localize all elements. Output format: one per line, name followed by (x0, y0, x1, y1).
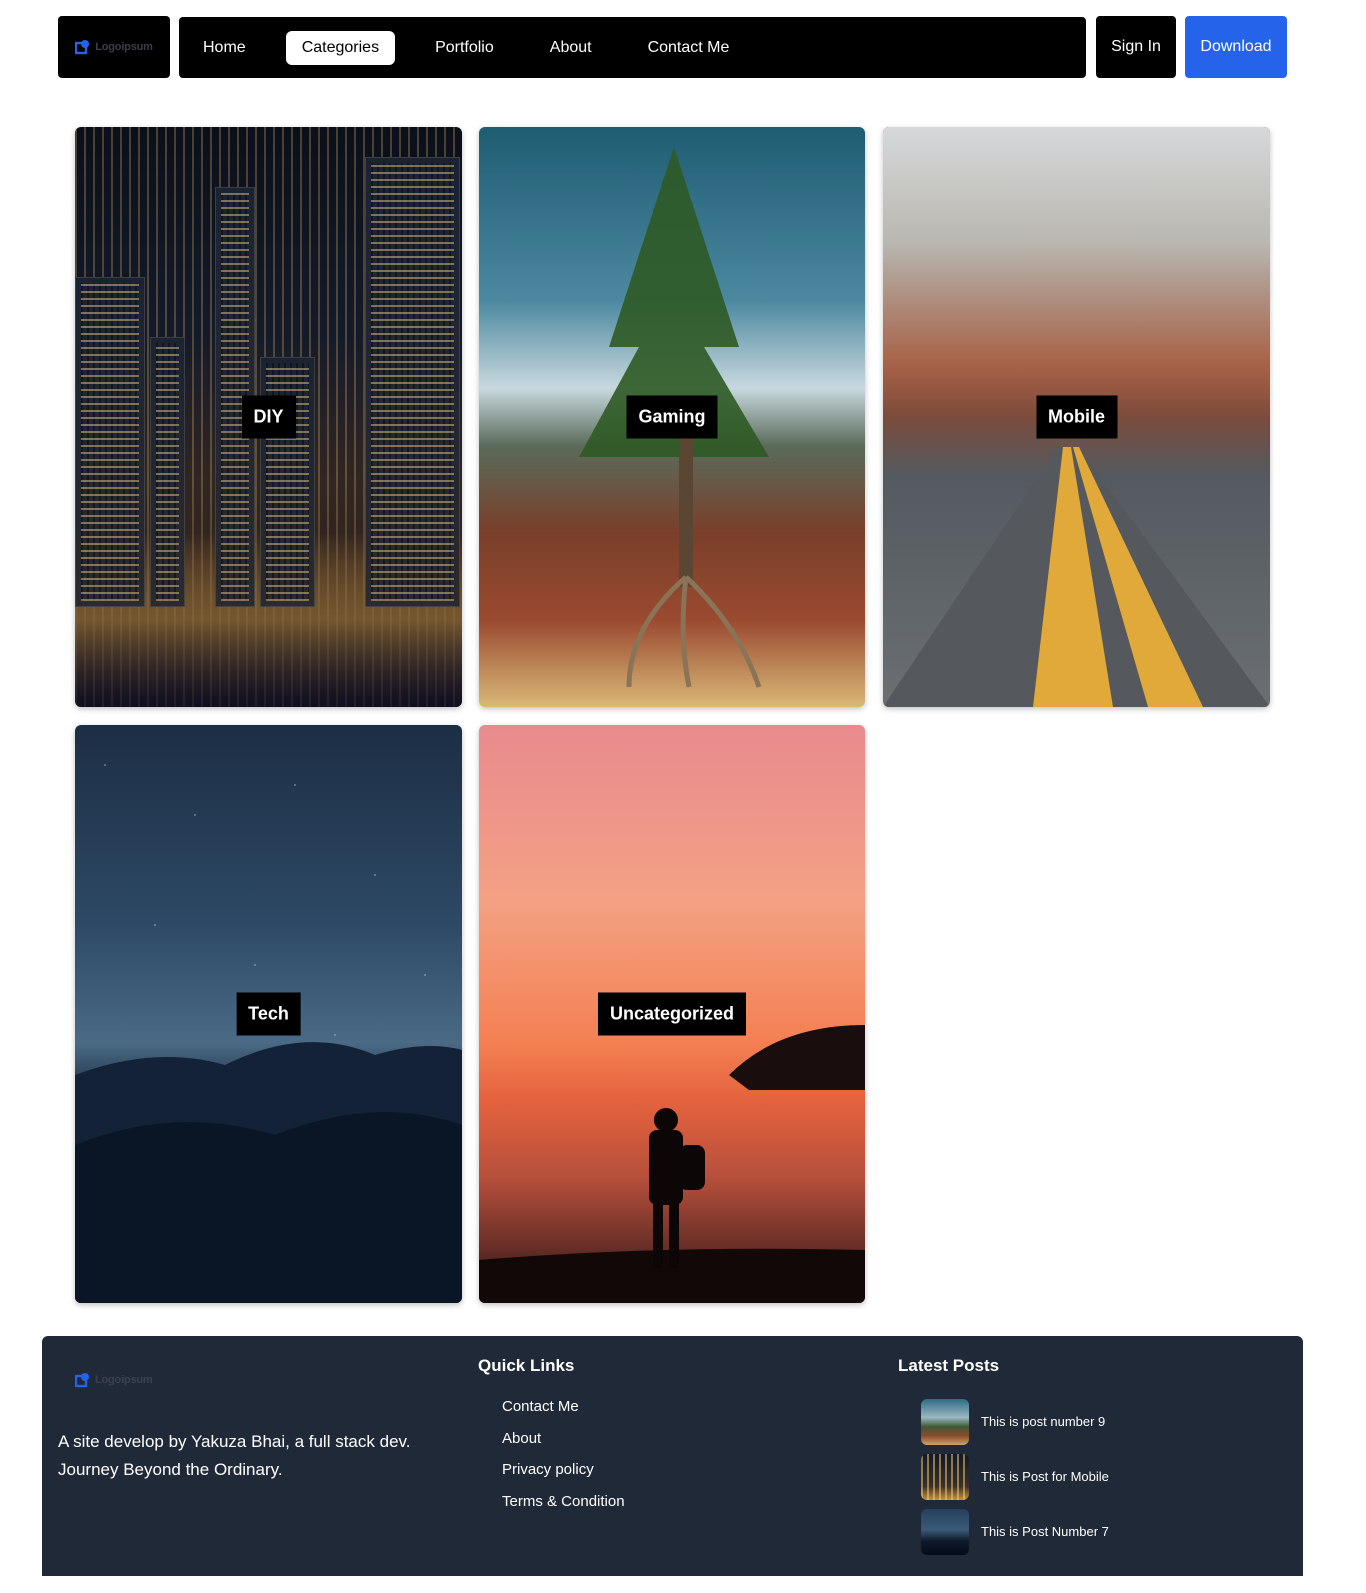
logo-icon (75, 40, 90, 55)
quick-link-about[interactable]: About (502, 1430, 625, 1462)
category-label-gaming: Gaming (626, 395, 718, 439)
category-card-gaming[interactable]: Gaming (479, 127, 865, 707)
nav-about[interactable]: About (534, 31, 608, 65)
latest-post-item[interactable]: This is Post Number 7 (921, 1504, 1109, 1559)
logo-text: Logoipsum (95, 41, 153, 53)
quick-links-title: Quick Links (478, 1356, 575, 1375)
nav-contact[interactable]: Contact Me (632, 31, 746, 65)
latest-post-item[interactable]: This is Post for Mobile (921, 1449, 1109, 1504)
quick-links-list: Contact Me About Privacy policy Terms & … (502, 1398, 625, 1524)
category-card-tech[interactable]: Tech (75, 725, 462, 1303)
category-card-uncategorized[interactable]: Uncategorized (479, 725, 865, 1303)
post-title: This is post number 9 (981, 1414, 1106, 1429)
category-label-uncategorized: Uncategorized (597, 992, 747, 1036)
nav-home[interactable]: Home (187, 31, 262, 65)
post-title: This is Post for Mobile (981, 1469, 1109, 1484)
main-nav: Home Categories Portfolio About Contact … (179, 17, 1086, 78)
nav-portfolio[interactable]: Portfolio (419, 31, 510, 65)
sign-in-button[interactable]: Sign In (1096, 16, 1176, 78)
download-button[interactable]: Download (1185, 16, 1287, 78)
post-thumbnail (921, 1398, 969, 1445)
footer-logo-text: Logoipsum (95, 1374, 153, 1386)
category-label-mobile: Mobile (1036, 395, 1117, 439)
post-thumbnail (921, 1453, 969, 1500)
latest-posts-list: This is post number 9 This is Post for M… (921, 1394, 1109, 1559)
category-label-tech: Tech (236, 992, 301, 1036)
post-title: This is Post Number 7 (981, 1524, 1109, 1539)
latest-post-item[interactable]: This is post number 9 (921, 1394, 1109, 1449)
latest-posts-title: Latest Posts (898, 1356, 1000, 1375)
quick-link-contact[interactable]: Contact Me (502, 1398, 625, 1430)
logo-icon (75, 1373, 89, 1388)
quick-link-privacy[interactable]: Privacy policy (502, 1461, 625, 1493)
category-label-diy: DIY (241, 395, 296, 439)
category-card-diy[interactable]: DIY (75, 127, 462, 707)
category-card-mobile[interactable]: Mobile (883, 127, 1270, 707)
quick-link-terms[interactable]: Terms & Condition (502, 1493, 625, 1525)
post-thumbnail (921, 1508, 969, 1555)
nav-categories[interactable]: Categories (285, 30, 396, 65)
footer-description: A site develop by Yakuza Bhai, a full st… (58, 1432, 411, 1479)
footer: Logoipsum A site develop by Yakuza Bhai,… (42, 1336, 1303, 1576)
footer-logo[interactable]: Logoipsum (75, 1372, 153, 1388)
logo[interactable]: Logoipsum (58, 16, 170, 78)
